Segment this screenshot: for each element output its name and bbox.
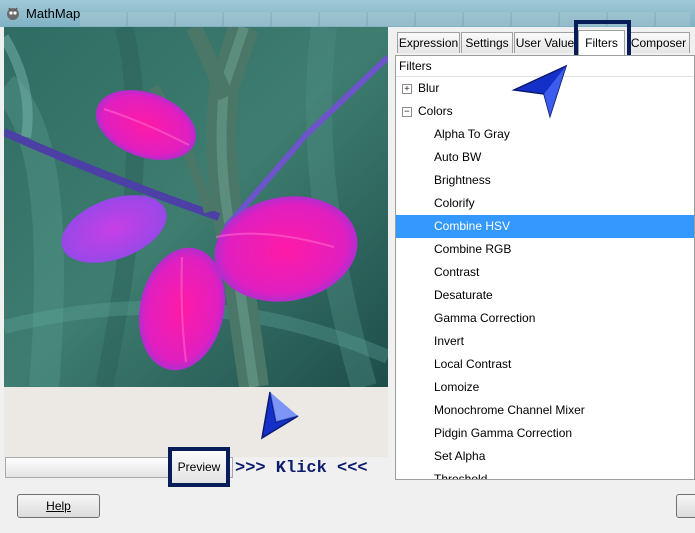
help-button-label: Help [46, 499, 71, 513]
list-item-selected[interactable]: Combine HSV [396, 215, 694, 238]
list-item[interactable]: Invert [396, 330, 694, 353]
list-item[interactable]: Desaturate [396, 284, 694, 307]
title-bar: MathMap [0, 0, 695, 28]
list-item[interactable]: Local Contrast [396, 353, 694, 376]
list-item[interactable]: Threshold [396, 468, 694, 479]
list-item[interactable]: Lomoize [396, 376, 694, 399]
collapse-icon[interactable]: − [402, 107, 412, 117]
tab-composer[interactable]: Composer [627, 32, 690, 53]
tab-settings[interactable]: Settings [461, 32, 513, 53]
help-button[interactable]: Help [17, 494, 100, 518]
list-item[interactable]: Set Alpha [396, 445, 694, 468]
list-item[interactable]: Contrast [396, 261, 694, 284]
list-item[interactable]: Combine RGB [396, 238, 694, 261]
tab-expression[interactable]: Expression [397, 32, 460, 53]
background-window-menu [80, 12, 690, 26]
gimp-icon [7, 7, 19, 20]
list-item[interactable]: Gamma Correction [396, 307, 694, 330]
window-title: MathMap [26, 6, 81, 21]
list-item[interactable]: Monochrome Channel Mixer [396, 399, 694, 422]
tab-user-values[interactable]: User Value [514, 32, 576, 53]
arrow-pointer-icon [511, 64, 568, 119]
arrow-pointer-icon [260, 391, 299, 440]
list-item[interactable]: Auto BW [396, 146, 694, 169]
expand-icon[interactable]: + [402, 84, 412, 94]
list-item[interactable]: Brightness [396, 169, 694, 192]
list-item[interactable]: Alpha To Gray [396, 123, 694, 146]
preview-button-label: Preview [177, 460, 221, 474]
tab-filters[interactable]: Filters [578, 30, 625, 55]
ok-button-partial[interactable] [676, 494, 695, 518]
preview-image [4, 27, 388, 387]
klick-annotation: >>> Klick <<< [235, 459, 368, 478]
tab-bar: Expression Settings User Value Filters C… [395, 30, 695, 55]
list-item[interactable]: Pidgin Gamma Correction [396, 422, 694, 445]
list-item[interactable]: Colorify [396, 192, 694, 215]
preview-button[interactable]: Preview [168, 447, 230, 487]
